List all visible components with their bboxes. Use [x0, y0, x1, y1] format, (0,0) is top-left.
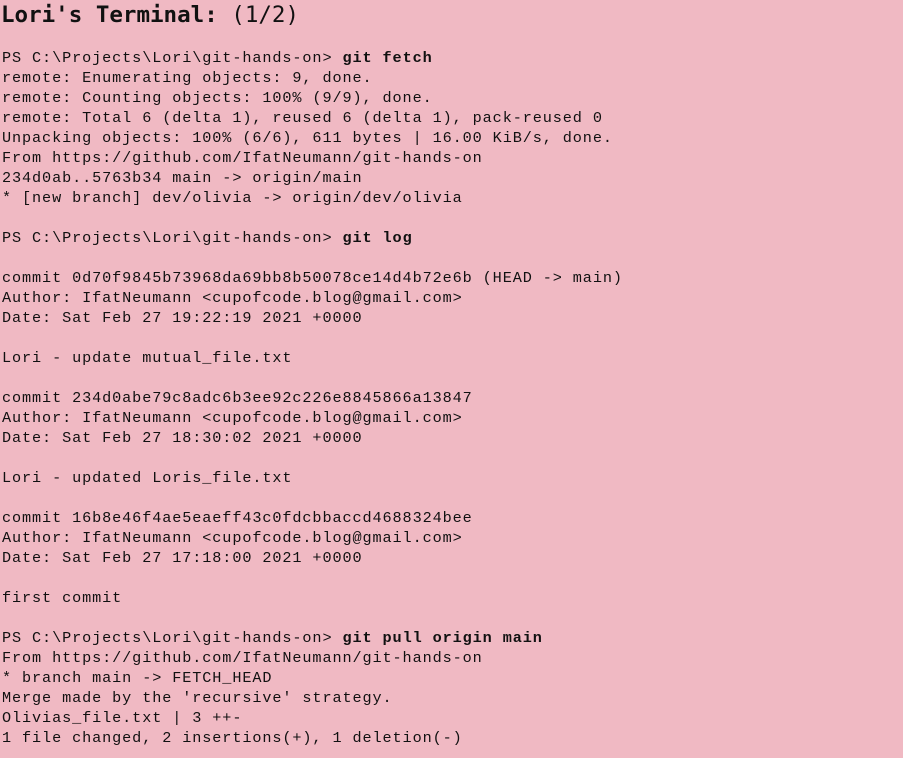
- output-line: 234d0ab..5763b34 main -> origin/main: [2, 169, 363, 187]
- output-line: commit 16b8e46f4ae5eaeff43c0fdcbbaccd468…: [2, 509, 473, 527]
- git-command: git log: [342, 229, 413, 247]
- output-line: Date: Sat Feb 27 19:22:19 2021 +0000: [2, 309, 363, 327]
- shell-prompt: PS C:\Projects\Lori\git-hands-on>: [2, 49, 343, 67]
- output-line: Merge made by the 'recursive' strategy.: [2, 689, 393, 707]
- command-line: PS C:\Projects\Lori\git-hands-on> git fe…: [2, 48, 903, 68]
- command-line: PS C:\Projects\Lori\git-hands-on> git lo…: [2, 228, 903, 248]
- git-command: git pull origin main: [342, 629, 543, 647]
- output-line: commit 234d0abe79c8adc6b3ee92c226e884586…: [2, 389, 473, 407]
- output-line: remote: Total 6 (delta 1), reused 6 (del…: [2, 109, 603, 127]
- command-line: PS C:\Projects\Lori\git-hands-on> git pu…: [2, 628, 903, 648]
- output-line: Author: IfatNeumann <cupofcode.blog@gmai…: [2, 529, 463, 547]
- output-line: commit 0d70f9845b73968da69bb8b50078ce14d…: [2, 269, 623, 287]
- output-line: Unpacking objects: 100% (6/6), 611 bytes…: [2, 129, 613, 147]
- git-command: git fetch: [342, 49, 433, 67]
- output-line: first commit: [2, 589, 123, 607]
- output-line: Author: IfatNeumann <cupofcode.blog@gmai…: [2, 409, 463, 427]
- terminal-title-bar: Lori's Terminal: (1/2): [1, 0, 299, 34]
- output-line: * branch main -> FETCH_HEAD: [2, 669, 273, 687]
- output-line: Author: IfatNeumann <cupofcode.blog@gmai…: [2, 289, 463, 307]
- page-indicator: (1/2): [231, 2, 300, 28]
- output-line: 1 file changed, 2 insertions(+), 1 delet…: [2, 729, 463, 747]
- output-line: Olivias_file.txt | 3 ++-: [2, 709, 243, 727]
- terminal-output[interactable]: PS C:\Projects\Lori\git-hands-on> git fe…: [2, 48, 903, 748]
- output-line: From https://github.com/IfatNeumann/git-…: [2, 649, 483, 667]
- output-line: remote: Enumerating objects: 9, done.: [2, 69, 373, 87]
- terminal-title: Lori's Terminal:: [1, 2, 218, 28]
- output-line: Date: Sat Feb 27 17:18:00 2021 +0000: [2, 549, 363, 567]
- shell-prompt: PS C:\Projects\Lori\git-hands-on>: [2, 629, 343, 647]
- output-line: Lori - updated Loris_file.txt: [2, 469, 293, 487]
- shell-prompt: PS C:\Projects\Lori\git-hands-on>: [2, 229, 343, 247]
- output-line: * [new branch] dev/olivia -> origin/dev/…: [2, 189, 463, 207]
- output-line: From https://github.com/IfatNeumann/git-…: [2, 149, 483, 167]
- output-line: Date: Sat Feb 27 18:30:02 2021 +0000: [2, 429, 363, 447]
- output-line: remote: Counting objects: 100% (9/9), do…: [2, 89, 433, 107]
- output-line: Lori - update mutual_file.txt: [2, 349, 293, 367]
